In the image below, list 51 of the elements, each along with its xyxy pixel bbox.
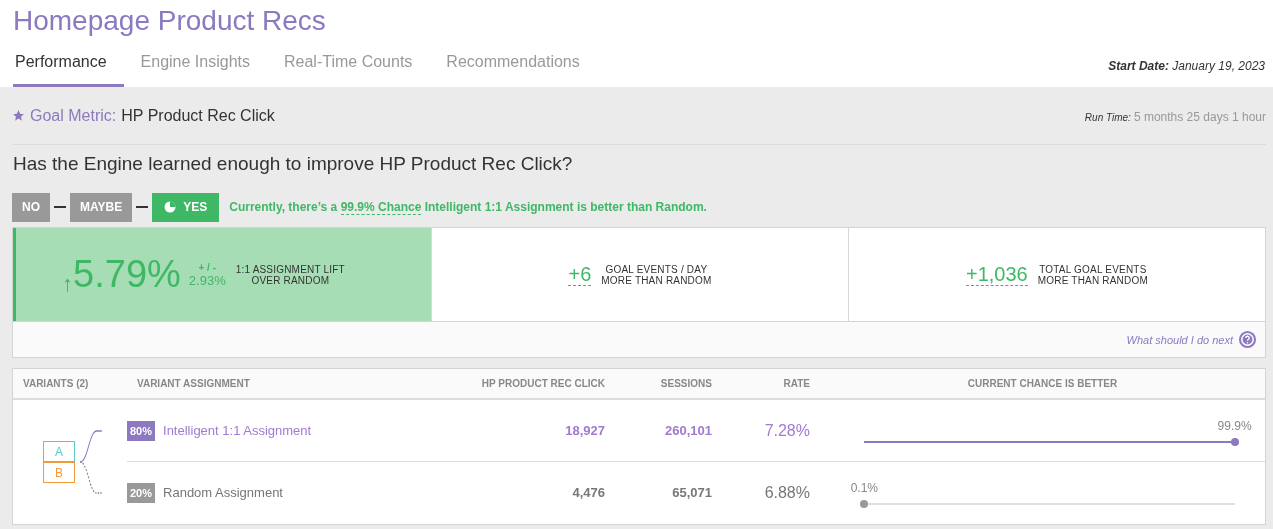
tab[interactable]: Recommendations	[429, 53, 597, 87]
share-badge: 20%	[127, 482, 156, 503]
stat-value: +1,036	[966, 263, 1028, 286]
chance-link[interactable]: 99.9% Chance	[340, 200, 422, 215]
share-badge: 80%	[127, 420, 156, 441]
verdict-step: NO	[12, 192, 50, 222]
chance-dot	[860, 499, 869, 508]
sessions-cell-text: 260,101	[664, 423, 712, 438]
column-header: VARIANT ASSIGNMENT	[136, 378, 251, 389]
chance-value: 99.9%	[1217, 418, 1252, 433]
goal-metric-value: HP Product Rec Click	[121, 106, 275, 125]
margin-label: + / -	[198, 261, 216, 273]
pie-icon	[164, 201, 177, 213]
clicks-cell-text: 4,476	[571, 485, 605, 500]
variant-name: Random Assignment	[163, 485, 283, 500]
sessions-cell-text: 65,071	[671, 485, 712, 500]
verdict-message: Currently, there’s a 99.9% Chance Intelligent 1:1 Assignment is better than Random.	[229, 200, 707, 214]
start-date: Start Date: January 19, 2023	[1108, 59, 1265, 75]
run-time-label: Run Time:	[1084, 111, 1131, 123]
verdict-step: YES	[152, 192, 220, 222]
page-title: Homepage Product Recs	[13, 4, 327, 38]
stat-value: +6	[568, 263, 592, 286]
stat-label: GOAL EVENTS / DAY MORE THAN RANDOM	[601, 263, 712, 286]
variant-label: A	[43, 441, 75, 462]
column-header: RATE	[782, 378, 810, 389]
rate-cell-text: 6.88%	[763, 483, 810, 502]
question-heading: Has the Engine learned enough to improve HP Product Rec Click?	[13, 152, 574, 176]
variant-label: B	[43, 462, 75, 483]
tab[interactable]: Performance	[13, 53, 124, 87]
margin-value: 2.93%	[188, 272, 226, 288]
tab[interactable]: Engine Insights	[123, 53, 267, 87]
variant-name: Intelligent 1:1 Assignment	[163, 423, 312, 438]
stat-label: TOTAL GOAL EVENTS MORE THAN RANDOM	[1037, 263, 1148, 286]
goal-metric-label: Goal Metric:	[30, 106, 117, 125]
help-icon[interactable]	[1238, 330, 1257, 349]
stat-label: 1:1 ASSIGNMENT LIFT OVER RANDOM	[235, 263, 345, 286]
run-time-value: 5 months 25 days 1 hour	[1133, 109, 1266, 124]
rate-cell-text: 7.28%	[763, 421, 810, 440]
lift-value: 5.79%	[73, 253, 181, 296]
column-header: CURRENT CHANCE IS BETTER	[966, 378, 1119, 389]
column-header: VARIANTS (2)	[22, 378, 90, 389]
chance-dot	[1230, 437, 1239, 446]
tab[interactable]: Real-Time Counts	[267, 53, 430, 87]
chance-value: 0.1%	[850, 480, 879, 495]
column-header: SESSIONS	[659, 378, 712, 389]
help-link[interactable]: What should I do next	[1126, 333, 1233, 346]
clicks-cell-text: 18,927	[564, 423, 605, 438]
column-header: HP PRODUCT REC CLICK	[480, 378, 605, 389]
star-icon	[12, 109, 25, 122]
up-arrow: ↑	[62, 270, 74, 297]
verdict-step: MAYBE	[70, 192, 133, 222]
